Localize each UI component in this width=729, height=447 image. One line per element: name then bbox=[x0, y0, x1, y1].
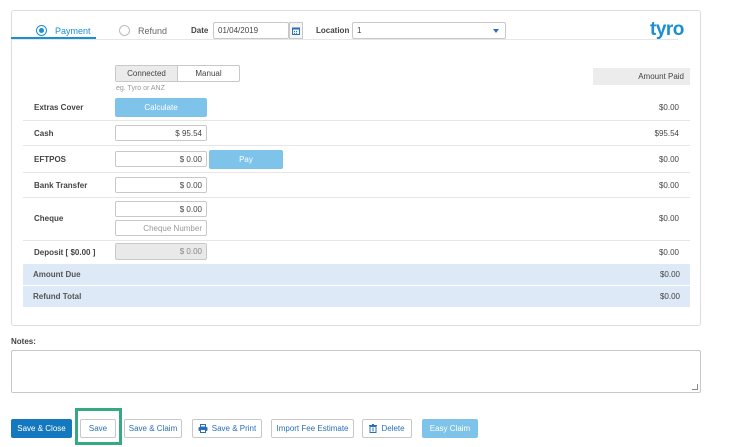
location-select[interactable]: 1 bbox=[352, 22, 506, 39]
resize-handle-icon[interactable] bbox=[692, 384, 698, 390]
easy-claim-button[interactable]: Easy Claim bbox=[422, 419, 478, 438]
eftpos-input[interactable]: $ 0.00 bbox=[115, 151, 207, 167]
terminal-mode-toggle[interactable]: Connected Manual bbox=[115, 65, 240, 82]
notes-textarea[interactable] bbox=[11, 350, 701, 393]
pay-button[interactable]: Pay bbox=[209, 150, 283, 169]
amount-due-value: $0.00 bbox=[659, 270, 680, 279]
row-divider bbox=[23, 145, 690, 146]
cheque-number-input[interactable]: Cheque Number bbox=[115, 220, 207, 236]
cash-input[interactable]: $ 95.54 bbox=[115, 125, 207, 141]
payment-label: Payment bbox=[55, 25, 91, 36]
bank-transfer-amount: $0.00 bbox=[658, 181, 679, 190]
refund-label: Refund bbox=[138, 25, 168, 36]
bank-transfer-input[interactable]: $ 0.00 bbox=[115, 177, 207, 193]
extras-cover-label: Extras Cover bbox=[34, 103, 84, 112]
trash-icon bbox=[369, 424, 378, 433]
cheque-amount: $0.00 bbox=[658, 214, 679, 223]
deposit-label: Deposit [ $0.00 ] bbox=[34, 248, 96, 257]
calculate-button[interactable]: Calculate bbox=[115, 98, 207, 117]
save-close-button[interactable]: Save & Close bbox=[11, 419, 72, 438]
terminal-hint: eg. Tyro or ANZ bbox=[116, 85, 165, 92]
row-divider bbox=[23, 197, 690, 198]
calendar-icon bbox=[292, 27, 300, 35]
delete-button[interactable]: Delete bbox=[362, 419, 412, 438]
tyro-logo: tyro bbox=[650, 19, 684, 40]
row-divider bbox=[23, 172, 690, 173]
radio-checked-icon bbox=[36, 25, 47, 36]
refund-total-row: Refund Total $0.00 bbox=[23, 286, 690, 307]
row-divider bbox=[23, 120, 690, 121]
import-fee-estimate-button[interactable]: Import Fee Estimate bbox=[271, 419, 354, 438]
save-claim-button[interactable]: Save & Claim bbox=[124, 419, 182, 438]
printer-icon bbox=[198, 424, 208, 433]
deposit-input: $ 0.00 bbox=[115, 243, 207, 260]
delete-label: Delete bbox=[381, 424, 405, 433]
date-label: Date bbox=[191, 26, 209, 35]
manual-option[interactable]: Manual bbox=[178, 66, 239, 81]
notes-label: Notes: bbox=[11, 337, 36, 346]
cash-amount: $95.54 bbox=[654, 129, 679, 138]
save-button-highlight bbox=[75, 408, 122, 445]
deposit-amount: $0.00 bbox=[658, 248, 679, 257]
amount-due-row: Amount Due $0.00 bbox=[23, 264, 690, 285]
save-print-button[interactable]: Save & Print bbox=[192, 419, 262, 438]
save-print-label: Save & Print bbox=[211, 424, 257, 433]
amount-due-label: Amount Due bbox=[33, 270, 81, 279]
chevron-down-icon bbox=[493, 29, 499, 33]
date-input[interactable]: 01/04/2019 bbox=[213, 22, 289, 39]
payment-radio[interactable]: Payment bbox=[36, 25, 91, 36]
refund-radio[interactable]: Refund bbox=[119, 25, 167, 36]
cheque-input[interactable]: $ 0.00 bbox=[115, 201, 207, 217]
refund-total-value: $0.00 bbox=[659, 292, 680, 301]
refund-total-label: Refund Total bbox=[33, 292, 82, 301]
bank-transfer-label: Bank Transfer bbox=[34, 181, 88, 190]
cheque-label: Cheque bbox=[34, 214, 64, 223]
eftpos-amount: $0.00 bbox=[658, 155, 679, 164]
eftpos-label: EFTPOS bbox=[34, 155, 67, 164]
location-label: Location bbox=[316, 26, 350, 35]
cash-label: Cash bbox=[34, 129, 54, 138]
extras-cover-amount: $0.00 bbox=[658, 103, 679, 112]
calendar-button[interactable] bbox=[289, 22, 303, 39]
radio-unchecked-icon bbox=[119, 25, 130, 36]
location-value: 1 bbox=[357, 26, 362, 35]
amount-paid-header: Amount Paid bbox=[593, 68, 690, 85]
row-divider bbox=[23, 240, 690, 241]
connected-option[interactable]: Connected bbox=[116, 66, 178, 81]
header-divider bbox=[11, 39, 678, 40]
